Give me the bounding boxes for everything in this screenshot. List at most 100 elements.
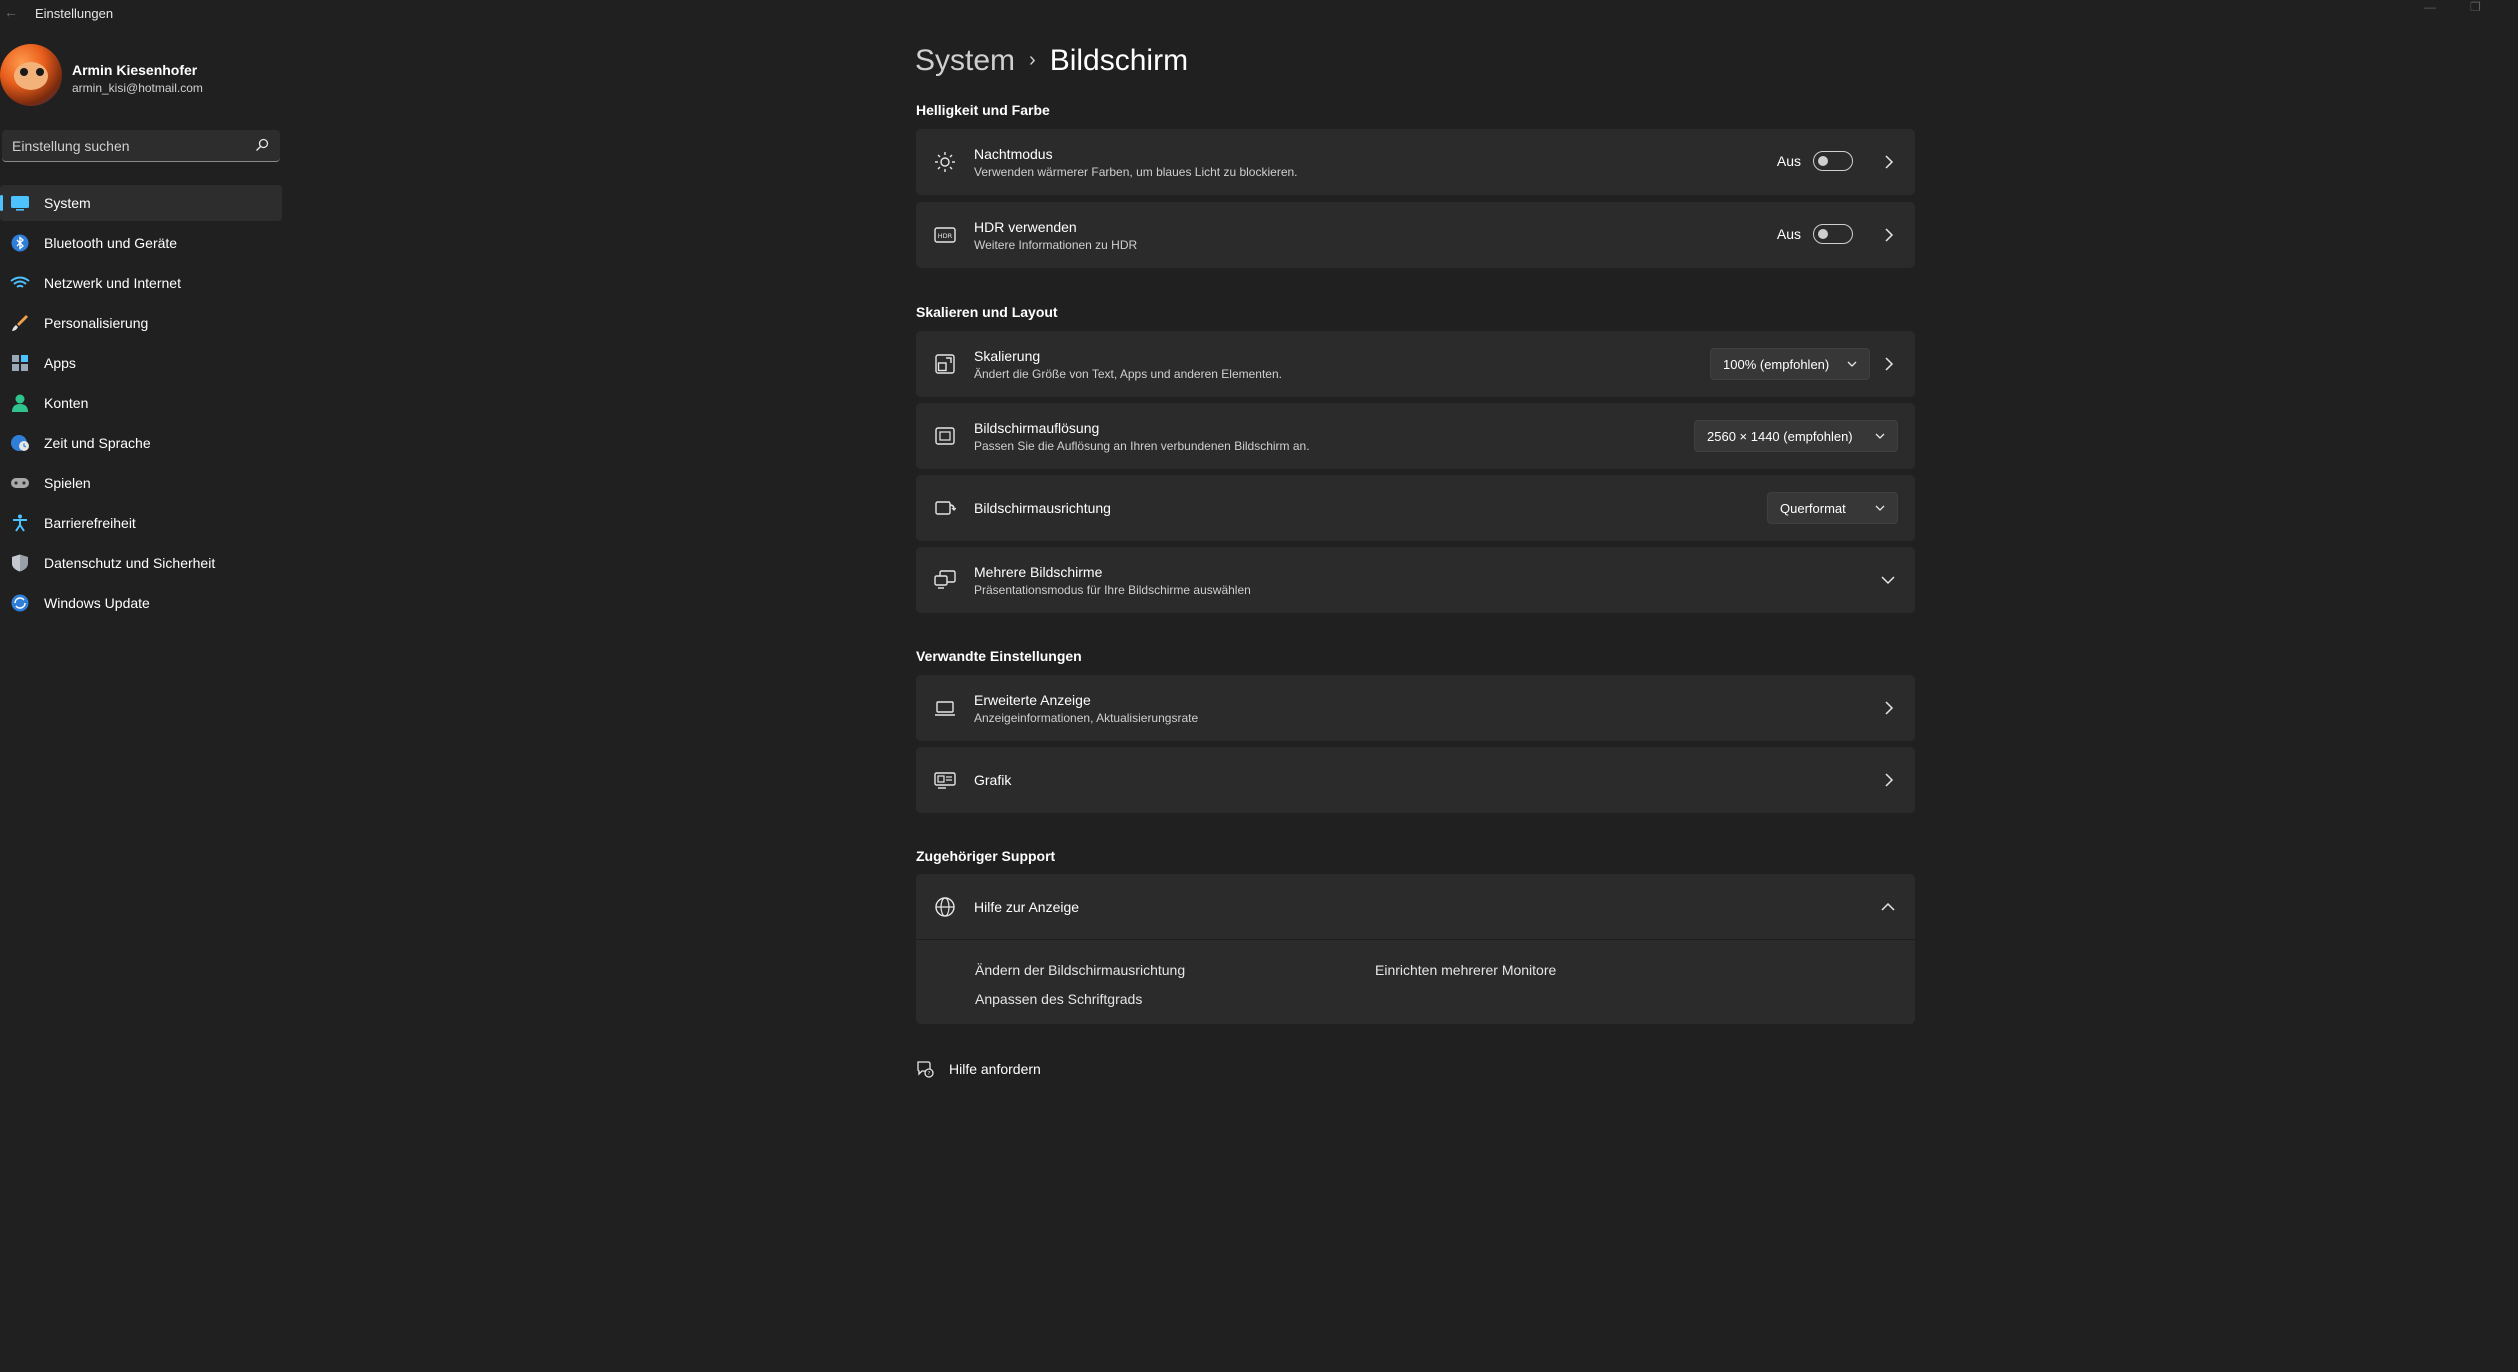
setting-title: Mehrere Bildschirme <box>974 564 1103 580</box>
maximize-button[interactable]: ❐ <box>2470 0 2481 14</box>
chevron-down-icon <box>1875 433 1885 439</box>
sidebar-item-accessibility[interactable]: Barrierefreiheit <box>0 505 282 541</box>
sidebar-item-accounts[interactable]: Konten <box>0 385 282 421</box>
section-title-related: Verwandte Einstellungen <box>916 648 1082 664</box>
sidebar-item-system[interactable]: System <box>0 185 282 221</box>
support-title: Hilfe zur Anzeige <box>974 899 1080 915</box>
user-profile[interactable]: Armin Kiesenhofer armin_kisi@hotmail.com <box>0 44 290 108</box>
setting-resolution[interactable]: Bildschirmauflösung Passen Sie die Auflö… <box>916 403 1915 469</box>
setting-hdr[interactable]: HDR HDR verwenden Weitere Informationen … <box>916 202 1915 268</box>
sidebar-item-bluetooth[interactable]: Bluetooth und Geräte <box>0 225 282 261</box>
support-link-orientation[interactable]: Ändern der Bildschirmausrichtung <box>975 962 1185 978</box>
setting-title: HDR verwenden <box>974 219 1077 235</box>
setting-subtitle: Anzeigeinformationen, Aktualisierungsrat… <box>974 711 1199 725</box>
sidebar-item-label: Personalisierung <box>44 315 149 331</box>
update-icon <box>11 594 29 612</box>
profile-name: Armin Kiesenhofer <box>72 62 198 78</box>
setting-multiple-displays[interactable]: Mehrere Bildschirme Präsentationsmodus f… <box>916 547 1915 613</box>
chevron-right-icon <box>1885 357 1894 371</box>
accessibility-icon <box>13 514 27 532</box>
scale-icon <box>935 354 955 374</box>
multiple-displays-icon <box>934 570 956 589</box>
sidebar-item-label: Spielen <box>44 475 91 491</box>
sidebar-item-label: Windows Update <box>44 595 150 611</box>
sidebar-item-label: System <box>44 195 91 211</box>
sidebar-item-label: Bluetooth und Geräte <box>44 235 178 251</box>
chevron-right-icon <box>1885 155 1894 169</box>
avatar <box>0 44 62 106</box>
gamepad-icon <box>11 478 29 488</box>
window-title: Einstellungen <box>35 6 114 21</box>
sidebar-item-label: Barrierefreiheit <box>44 515 136 531</box>
globe-icon <box>935 897 955 917</box>
night-mode-toggle[interactable] <box>1813 151 1853 171</box>
setting-title: Skalierung <box>974 348 1041 364</box>
laptop-icon <box>935 701 955 716</box>
sidebar-item-apps[interactable]: Apps <box>0 345 282 381</box>
support-links-panel: Ändern der Bildschirmausrichtung Einrich… <box>916 939 1915 1024</box>
setting-advanced-display[interactable]: Erweiterte Anzeige Anzeigeinformationen,… <box>916 675 1915 741</box>
setting-title: Bildschirmausrichtung <box>974 500 1111 516</box>
sidebar-item-gaming[interactable]: Spielen <box>0 465 282 501</box>
profile-email: armin_kisi@hotmail.com <box>72 81 203 95</box>
minimize-button[interactable]: — <box>2424 0 2436 14</box>
hdr-toggle[interactable] <box>1813 224 1853 244</box>
search-input[interactable]: Einstellung suchen <box>2 130 280 162</box>
breadcrumb-parent[interactable]: System <box>915 44 1015 77</box>
resolution-dropdown[interactable]: 2560 × 1440 (empfohlen) <box>1694 420 1898 452</box>
scaling-dropdown[interactable]: 100% (empfohlen) <box>1710 348 1870 380</box>
brush-icon <box>12 315 28 331</box>
support-display-help[interactable]: Hilfe zur Anzeige <box>916 874 1915 939</box>
bluetooth-icon <box>11 234 29 252</box>
support-link-font-size[interactable]: Anpassen des Schriftgrads <box>975 991 1142 1007</box>
setting-night-mode[interactable]: Nachtmodus Verwenden wärmerer Farben, um… <box>916 129 1915 195</box>
chevron-right-icon <box>1885 773 1894 787</box>
apps-icon <box>12 355 28 371</box>
sidebar-item-label: Zeit und Sprache <box>44 435 151 451</box>
monitor-icon <box>11 196 29 211</box>
brightness-icon <box>935 152 955 172</box>
graphics-card-icon <box>934 772 956 789</box>
sidebar-nav: System Bluetooth und Geräte Netzwerk und… <box>0 185 282 625</box>
chevron-up-icon[interactable] <box>1881 901 1895 913</box>
sidebar-item-privacy[interactable]: Datenschutz und Sicherheit <box>0 545 282 581</box>
sidebar-item-time-language[interactable]: Zeit und Sprache <box>0 425 282 461</box>
section-title-scale-layout: Skalieren und Layout <box>916 304 1058 320</box>
dropdown-value: Querformat <box>1780 501 1846 516</box>
chevron-down-icon <box>1847 361 1857 367</box>
globe-clock-icon <box>11 435 29 451</box>
wifi-icon <box>10 276 30 288</box>
resolution-icon <box>935 427 955 445</box>
page-title: Bildschirm <box>1049 44 1189 77</box>
help-chat-icon: ? <box>917 1061 934 1078</box>
setting-subtitle: Ändert die Größe von Text, Apps und ande… <box>974 367 1282 381</box>
back-arrow-icon[interactable]: ← <box>4 4 18 20</box>
toggle-state-label: Aus <box>1776 153 1801 169</box>
breadcrumb-separator-icon: › <box>1029 49 1036 71</box>
chevron-down-icon <box>1875 505 1885 511</box>
dropdown-value: 100% (empfohlen) <box>1723 357 1830 372</box>
chevron-down-icon[interactable] <box>1881 574 1895 586</box>
sidebar-item-personalization[interactable]: Personalisierung <box>0 305 282 341</box>
setting-title: Erweiterte Anzeige <box>974 692 1091 708</box>
setting-graphics[interactable]: Grafik <box>916 747 1915 813</box>
orientation-dropdown[interactable]: Querformat <box>1767 492 1898 524</box>
sidebar-item-windows-update[interactable]: Windows Update <box>0 585 282 621</box>
setting-subtitle: Verwenden wärmerer Farben, um blaues Lic… <box>974 165 1298 179</box>
support-link-multiple-monitors[interactable]: Einrichten mehrerer Monitore <box>1375 962 1556 978</box>
sidebar-item-network[interactable]: Netzwerk und Internet <box>0 265 282 301</box>
setting-scaling[interactable]: Skalierung Ändert die Größe von Text, Ap… <box>916 331 1915 397</box>
person-icon <box>12 394 28 412</box>
title-bar: ← Einstellungen — ❐ <box>0 0 2518 26</box>
search-icon[interactable] <box>254 136 270 154</box>
shield-icon <box>12 554 28 572</box>
toggle-state-label: Aus <box>1776 226 1801 242</box>
get-help-label: Hilfe anfordern <box>949 1061 1041 1077</box>
sidebar-item-label: Apps <box>44 355 76 371</box>
setting-title: Nachtmodus <box>974 146 1053 162</box>
chevron-right-icon <box>1885 228 1894 242</box>
setting-subtitle: Präsentationsmodus für Ihre Bildschirme … <box>974 583 1251 597</box>
setting-subtitle-link[interactable]: Weitere Informationen zu HDR <box>974 238 1137 252</box>
setting-orientation[interactable]: Bildschirmausrichtung Querformat <box>916 475 1915 541</box>
section-title-support: Zugehöriger Support <box>916 848 1056 864</box>
